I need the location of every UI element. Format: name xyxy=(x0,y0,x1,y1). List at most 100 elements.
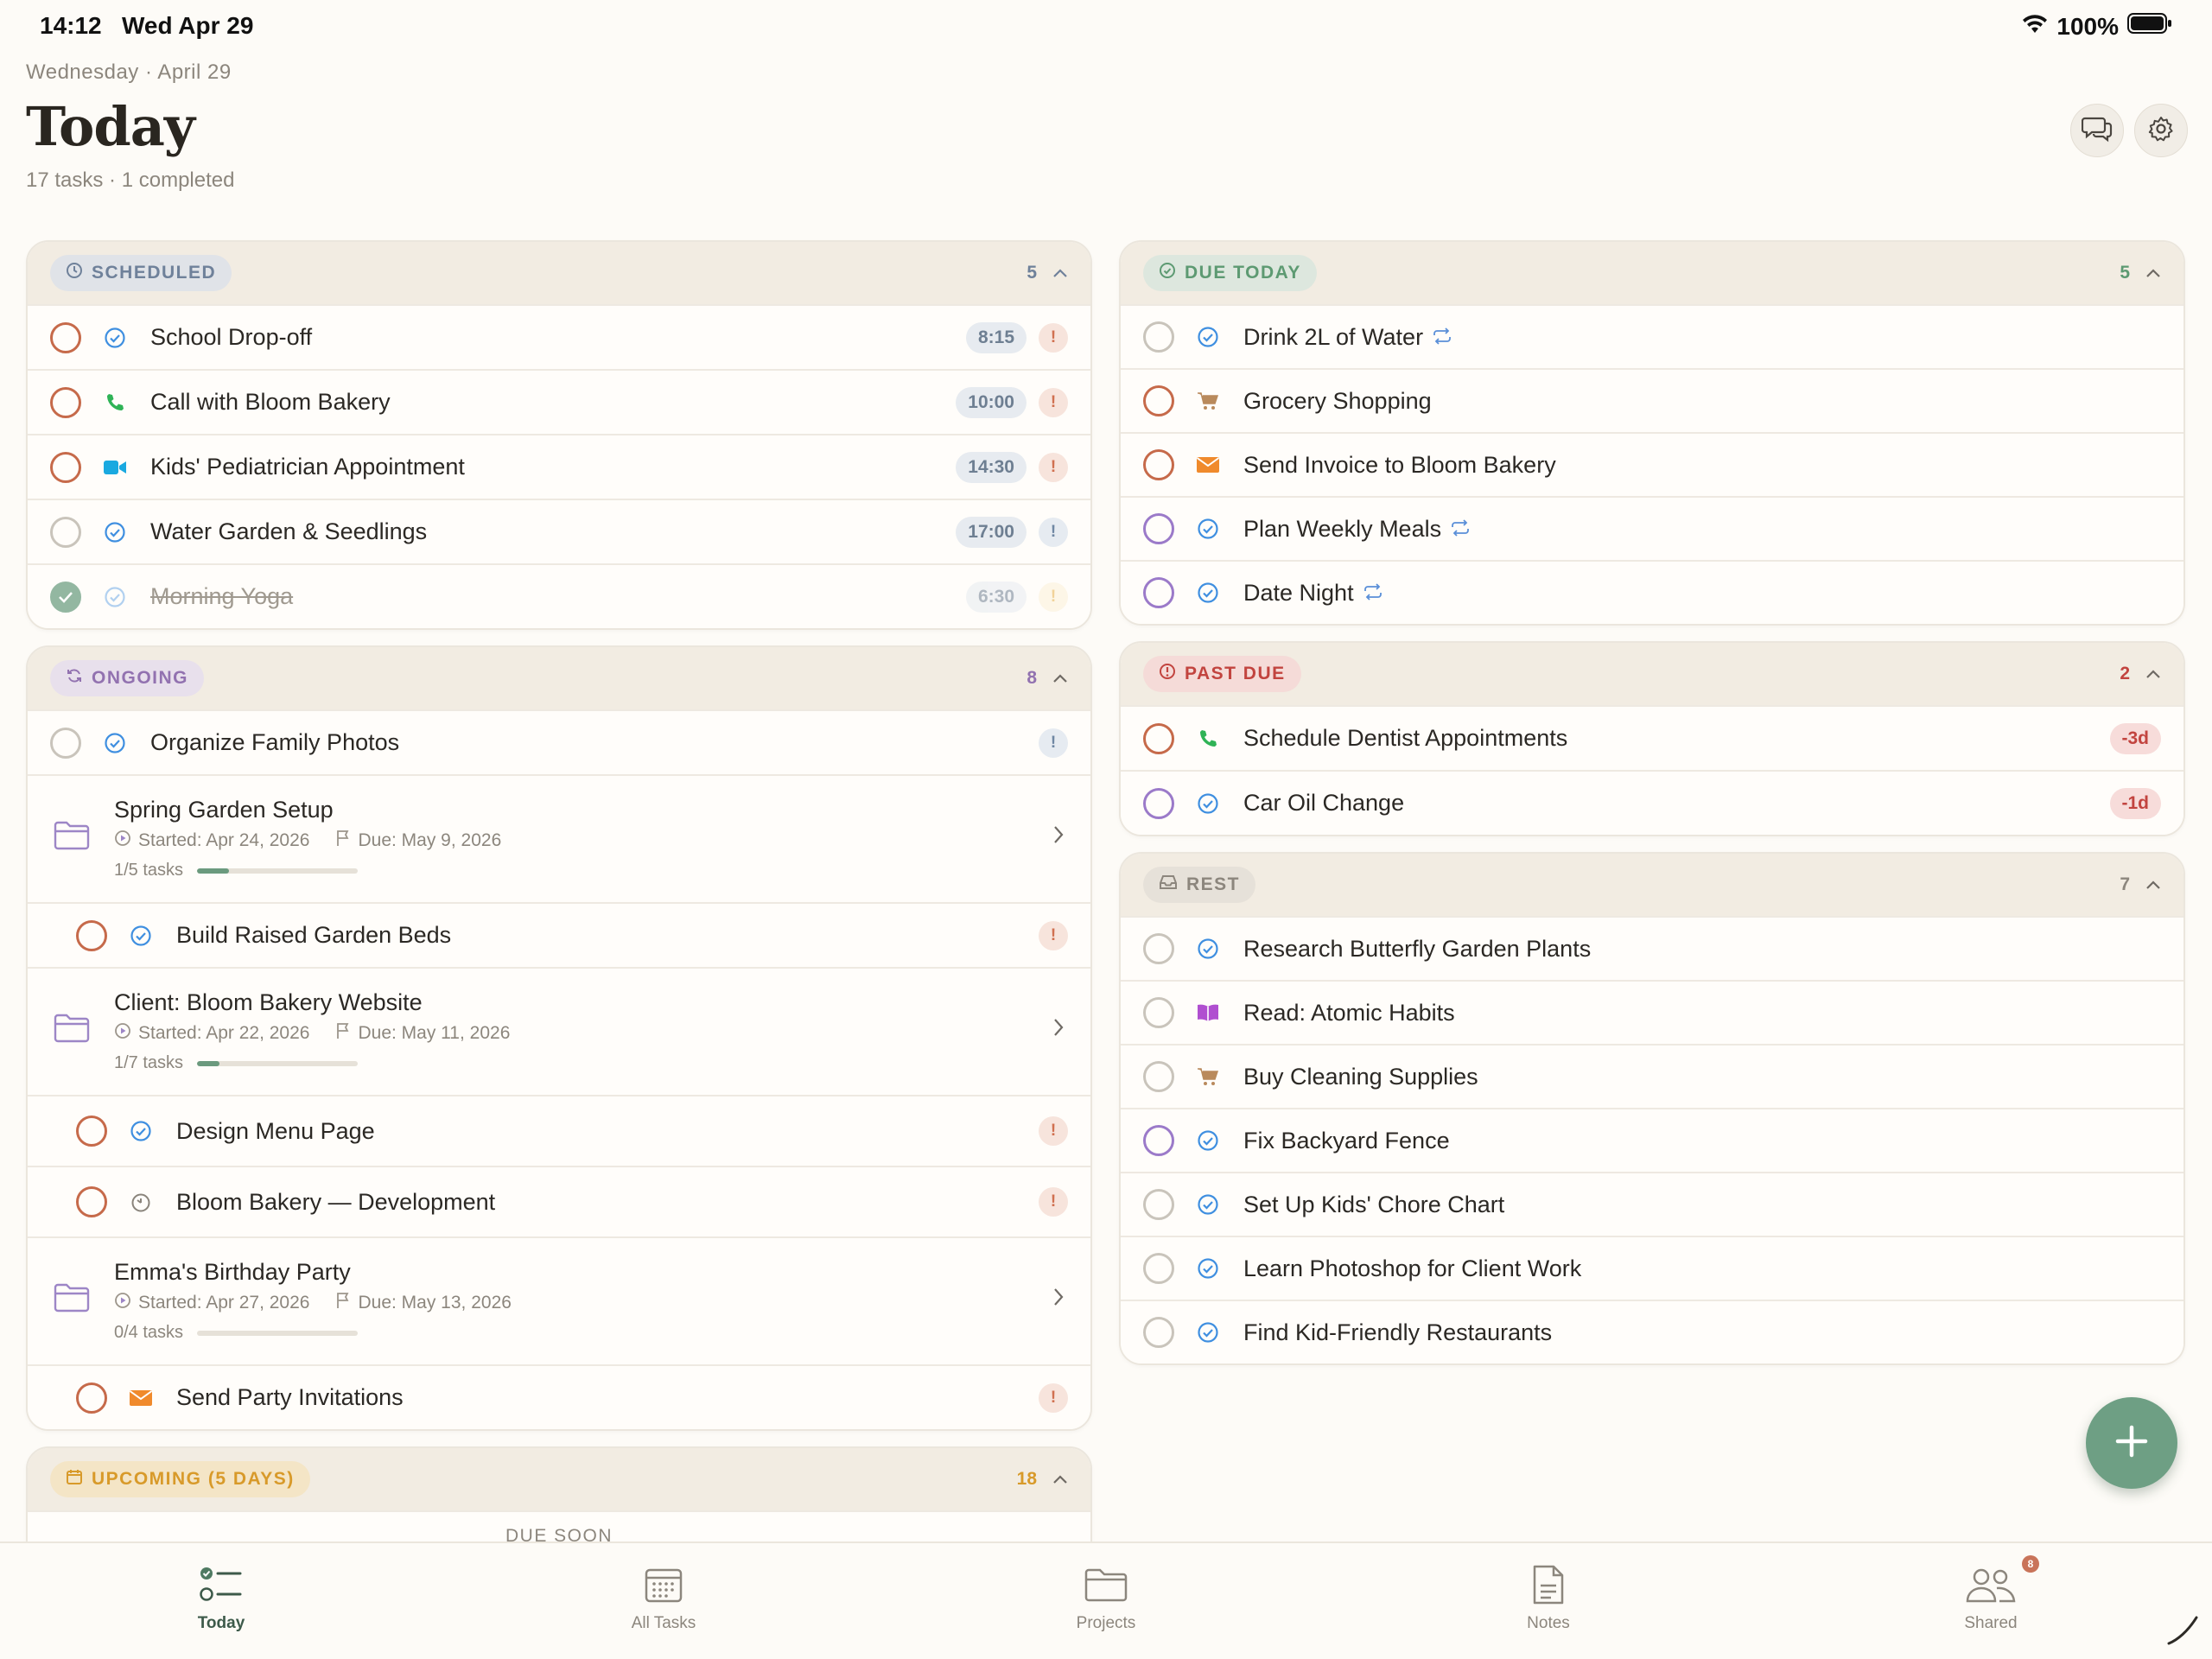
task-row[interactable]: Fix Backyard Fence xyxy=(1121,1108,2183,1172)
task-row[interactable]: Date Night xyxy=(1121,560,2183,624)
subtask-row[interactable]: Bloom Bakery — Development ! xyxy=(28,1166,1090,1236)
check-badge-icon xyxy=(1195,791,1221,817)
ongoing-header[interactable]: ONGOING 8 xyxy=(28,647,1090,709)
check-badge-icon xyxy=(1195,580,1221,606)
priority-badge: ! xyxy=(1039,728,1068,758)
tab-shared[interactable]: 8 Shared xyxy=(1904,1555,2077,1633)
task-checkbox-checked[interactable] xyxy=(50,581,81,613)
task-checkbox[interactable] xyxy=(1143,1125,1174,1156)
task-row[interactable]: Buy Cleaning Supplies xyxy=(1121,1044,2183,1108)
task-row[interactable]: Set Up Kids' Chore Chart xyxy=(1121,1172,2183,1236)
subtask-row[interactable]: Design Menu Page ! xyxy=(28,1095,1090,1166)
rest-header[interactable]: REST 7 xyxy=(1121,854,2183,916)
due-today-pill: DUE TODAY xyxy=(1143,255,1317,291)
document-icon xyxy=(1531,1563,1566,1611)
upcoming-header[interactable]: UPCOMING (5 DAYS) 18 xyxy=(28,1448,1090,1510)
add-task-button[interactable] xyxy=(2086,1397,2177,1489)
check-badge-icon xyxy=(1195,1255,1221,1281)
rest-section: REST 7 Research Butterfly Garden Plants … xyxy=(1119,852,2185,1365)
priority-badge: ! xyxy=(1039,387,1068,417)
tab-label: Shared xyxy=(1964,1614,2018,1632)
task-label: Morning Yoga xyxy=(150,583,294,609)
task-row-completed[interactable]: Morning Yoga 6:30! xyxy=(28,563,1090,628)
chevron-up-icon[interactable] xyxy=(1052,668,1068,689)
due-today-header[interactable]: DUE TODAY 5 xyxy=(1121,242,2183,304)
upcoming-count: 18 xyxy=(1017,1469,1068,1490)
task-checkbox[interactable] xyxy=(50,727,81,759)
task-checkbox[interactable] xyxy=(50,321,81,353)
task-row[interactable]: Learn Photoshop for Client Work xyxy=(1121,1236,2183,1300)
task-row[interactable]: Schedule Dentist Appointments -3d xyxy=(1121,705,2183,770)
scheduled-header[interactable]: SCHEDULED 5 xyxy=(28,242,1090,304)
battery-level: 100% xyxy=(2056,12,2119,40)
task-row[interactable]: Grocery Shopping xyxy=(1121,368,2183,432)
chat-button[interactable] xyxy=(2070,104,2124,157)
task-checkbox[interactable] xyxy=(76,919,107,951)
check-badge-icon xyxy=(1195,1128,1221,1154)
chevron-right-icon[interactable] xyxy=(1052,1017,1065,1042)
task-row[interactable]: Send Invoice to Bloom Bakery xyxy=(1121,432,2183,496)
task-checkbox[interactable] xyxy=(1143,722,1174,754)
subtask-row[interactable]: Send Party Invitations ! xyxy=(28,1364,1090,1429)
time-badge: 10:00 xyxy=(956,386,1027,418)
chevron-up-icon[interactable] xyxy=(2145,664,2161,684)
chevron-right-icon[interactable] xyxy=(1052,824,1065,849)
task-row[interactable]: Research Butterfly Garden Plants xyxy=(1121,916,2183,980)
task-row[interactable]: Plan Weekly Meals xyxy=(1121,496,2183,560)
task-label: Schedule Dentist Appointments xyxy=(1243,725,1568,751)
task-row[interactable]: Car Oil Change -1d xyxy=(1121,770,2183,835)
task-checkbox[interactable] xyxy=(1143,1317,1174,1348)
task-checkbox[interactable] xyxy=(50,386,81,418)
task-checkbox[interactable] xyxy=(50,516,81,548)
rest-pill: REST xyxy=(1143,867,1256,903)
task-checkbox[interactable] xyxy=(1143,577,1174,608)
task-checkbox[interactable] xyxy=(50,451,81,483)
project-row[interactable]: Client: Bloom Bakery Website Started: Ap… xyxy=(28,967,1090,1095)
tab-projects[interactable]: Projects xyxy=(1020,1560,1192,1633)
task-checkbox[interactable] xyxy=(1143,1189,1174,1220)
task-checkbox[interactable] xyxy=(1143,321,1174,353)
book-icon xyxy=(1195,1000,1221,1026)
task-checkbox[interactable] xyxy=(1143,787,1174,819)
task-checkbox[interactable] xyxy=(1143,1061,1174,1092)
subtask-row[interactable]: Build Raised Garden Beds ! xyxy=(28,902,1090,967)
task-checkbox[interactable] xyxy=(1143,449,1174,480)
time-badge: 17:00 xyxy=(956,516,1027,548)
task-checkbox[interactable] xyxy=(1143,385,1174,416)
task-checkbox[interactable] xyxy=(1143,997,1174,1028)
settings-button[interactable] xyxy=(2134,104,2188,157)
chevron-up-icon[interactable] xyxy=(2145,874,2161,895)
task-row[interactable]: Kids' Pediatrician Appointment 14:30! xyxy=(28,434,1090,499)
task-checkbox[interactable] xyxy=(76,1116,107,1147)
chevron-right-icon[interactable] xyxy=(1052,1287,1065,1312)
past-due-header[interactable]: PAST DUE 2 xyxy=(1121,643,2183,705)
past-due-count: 2 xyxy=(2120,664,2161,684)
task-row[interactable]: Organize Family Photos ! xyxy=(28,709,1090,774)
tab-today[interactable]: Today xyxy=(135,1560,308,1633)
task-row[interactable]: Read: Atomic Habits xyxy=(1121,980,2183,1044)
chevron-up-icon[interactable] xyxy=(2145,263,2161,283)
task-checkbox[interactable] xyxy=(76,1186,107,1217)
task-row[interactable]: Find Kid-Friendly Restaurants xyxy=(1121,1300,2183,1363)
priority-badge: ! xyxy=(1039,322,1068,353)
task-checkbox[interactable] xyxy=(76,1382,107,1414)
task-label: Drink 2L of Water xyxy=(1243,324,1452,351)
task-row[interactable]: School Drop-off 8:15! xyxy=(28,304,1090,369)
project-name: Spring Garden Setup xyxy=(114,797,334,823)
task-checkbox[interactable] xyxy=(1143,513,1174,544)
chevron-up-icon[interactable] xyxy=(1052,1469,1068,1490)
task-label: Grocery Shopping xyxy=(1243,387,1432,414)
tab-all-tasks[interactable]: All Tasks xyxy=(577,1560,750,1633)
task-row[interactable]: Call with Bloom Bakery 10:00! xyxy=(28,369,1090,434)
task-checkbox[interactable] xyxy=(1143,1253,1174,1284)
check-badge-icon xyxy=(1195,936,1221,962)
task-row[interactable]: Drink 2L of Water xyxy=(1121,304,2183,368)
tab-bar: Today All Tasks Projects Notes 8 Shared xyxy=(0,1541,2212,1659)
chevron-up-icon[interactable] xyxy=(1052,263,1068,283)
task-row[interactable]: Water Garden & Seedlings 17:00! xyxy=(28,499,1090,563)
tab-notes[interactable]: Notes xyxy=(1462,1560,1635,1633)
project-row[interactable]: Emma's Birthday Party Started: Apr 27, 2… xyxy=(28,1236,1090,1364)
task-checkbox[interactable] xyxy=(1143,933,1174,964)
project-row[interactable]: Spring Garden Setup Started: Apr 24, 202… xyxy=(28,774,1090,902)
tab-label: Projects xyxy=(1076,1614,1136,1632)
